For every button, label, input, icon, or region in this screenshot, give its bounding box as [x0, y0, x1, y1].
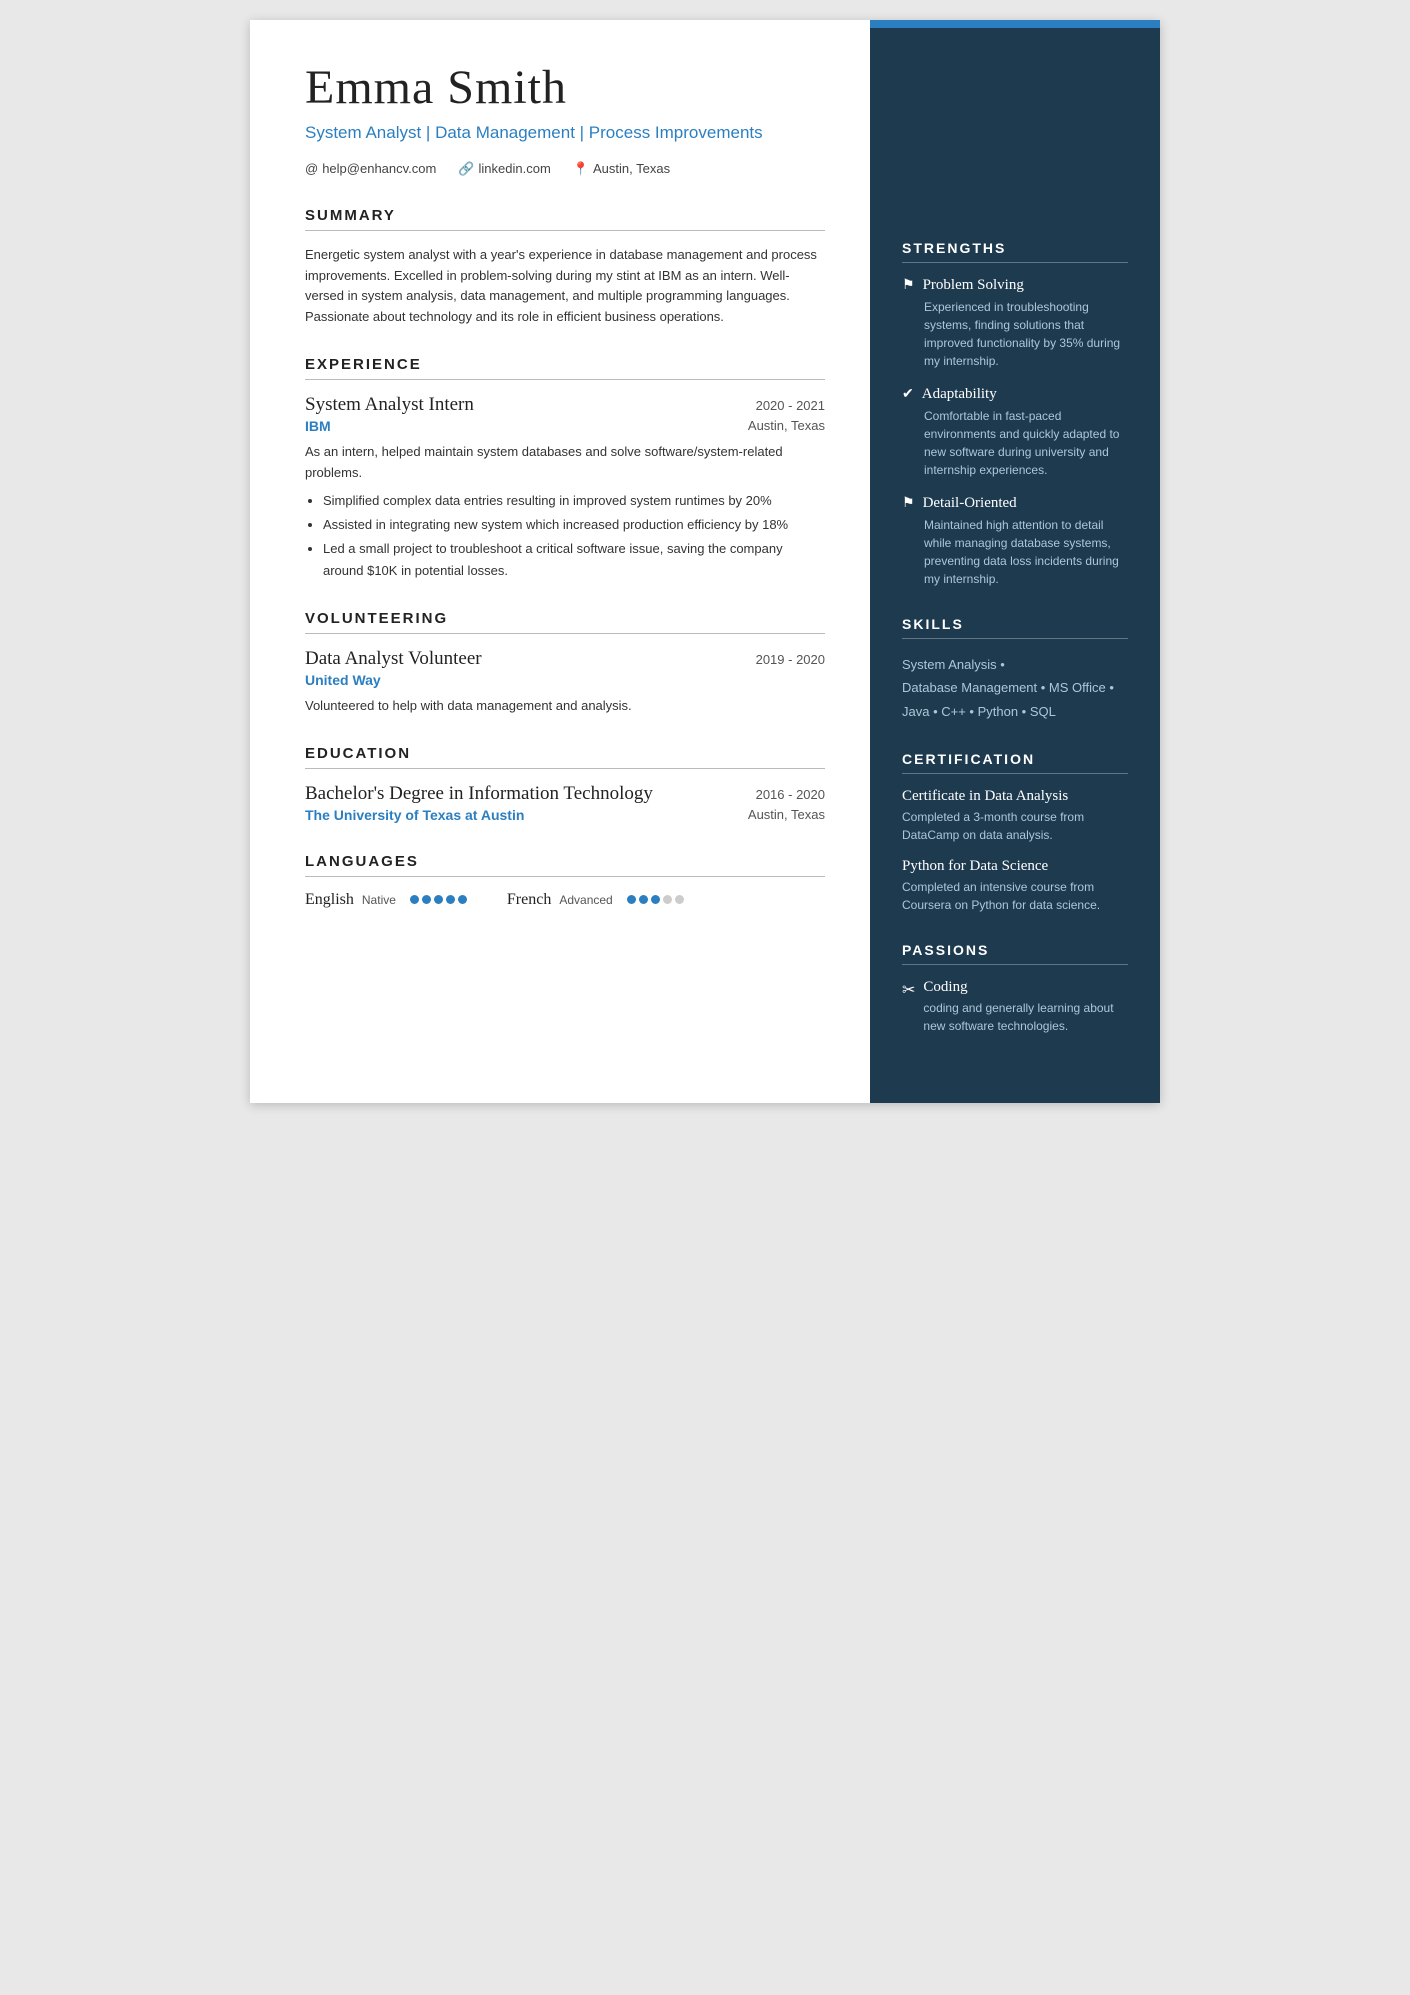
edu-location: Austin, Texas [748, 807, 825, 825]
exp-desc: As an intern, helped maintain system dat… [305, 442, 825, 484]
linkedin-contact: 🔗 linkedin.com [458, 161, 550, 177]
dot [627, 895, 636, 904]
exp-org: IBM [305, 418, 331, 434]
edu-degree-title: Bachelor's Degree in Information Technol… [305, 783, 653, 805]
strength-desc-0: Experienced in troubleshooting systems, … [902, 298, 1128, 370]
lang-french-level: Advanced [559, 893, 612, 907]
passion-title-0: Coding [923, 979, 1128, 996]
volunteering-section: VOLUNTEERING Data Analyst Volunteer 2019… [305, 610, 825, 717]
certification-title: CERTIFICATION [902, 751, 1128, 774]
strength-title-1: Adaptability [922, 386, 997, 403]
edu-org: The University of Texas at Austin [305, 807, 524, 823]
cert-desc-1: Completed an intensive course from Cours… [902, 878, 1128, 914]
lang-english-dots [410, 895, 467, 904]
cert-title-1: Python for Data Science [902, 858, 1128, 875]
strength-item-2: ⚑ Detail-Oriented Maintained high attent… [902, 495, 1128, 588]
education-section: EDUCATION Bachelor's Degree in Informati… [305, 745, 825, 825]
dot [446, 895, 455, 904]
skills-line-0: System Analysis • [902, 653, 1128, 676]
strength-title-2: Detail-Oriented [923, 495, 1017, 512]
skills-title: SKILLS [902, 616, 1128, 639]
cert-desc-0: Completed a 3-month course from DataCamp… [902, 808, 1128, 844]
email-icon: @ [305, 161, 318, 176]
experience-entry-0: System Analyst Intern 2020 - 2021 IBM Au… [305, 394, 825, 582]
exp-bullet-1: Assisted in integrating new system which… [323, 514, 825, 536]
candidate-title: System Analyst | Data Management | Proce… [305, 121, 825, 145]
certification-section: CERTIFICATION Certificate in Data Analys… [902, 751, 1128, 914]
coding-icon: ✂ [902, 980, 915, 1000]
volunteering-title: VOLUNTEERING [305, 610, 825, 634]
location-contact: 📍 Austin, Texas [573, 161, 670, 177]
skills-text: System Analysis • Database Management • … [902, 653, 1128, 723]
passion-item-0: ✂ Coding coding and generally learning a… [902, 979, 1128, 1035]
dot [434, 895, 443, 904]
passions-title: PASSIONS [902, 942, 1128, 965]
exp-job-title: System Analyst Intern [305, 394, 474, 416]
dot [651, 895, 660, 904]
lang-french: French Advanced [507, 891, 684, 909]
strengths-title: STRENGTHS [902, 240, 1128, 263]
cert-item-1: Python for Data Science Completed an int… [902, 858, 1128, 914]
dot [422, 895, 431, 904]
exp-bullet-2: Led a small project to troubleshoot a cr… [323, 538, 825, 582]
vol-date: 2019 - 2020 [756, 652, 825, 667]
check-icon: ✔ [902, 386, 914, 403]
exp-bullets: Simplified complex data entries resultin… [305, 490, 825, 582]
dot [675, 895, 684, 904]
lang-french-dots [627, 895, 684, 904]
exp-bullet-0: Simplified complex data entries resultin… [323, 490, 825, 512]
exp-location: Austin, Texas [748, 418, 825, 436]
education-title: EDUCATION [305, 745, 825, 769]
summary-text: Energetic system analyst with a year's e… [305, 245, 825, 328]
summary-section: SUMMARY Energetic system analyst with a … [305, 207, 825, 328]
education-entry-0: Bachelor's Degree in Information Technol… [305, 783, 825, 825]
cert-title-0: Certificate in Data Analysis [902, 788, 1128, 805]
flag-icon-2: ⚑ [902, 495, 915, 512]
dot [410, 895, 419, 904]
vol-desc: Volunteered to help with data management… [305, 696, 825, 717]
lang-english: English Native [305, 891, 467, 909]
strength-desc-1: Comfortable in fast-paced environments a… [902, 407, 1128, 479]
email-contact: @ help@enhancv.com [305, 161, 436, 177]
strength-title-0: Problem Solving [923, 277, 1024, 294]
languages-row: English Native French Advanced [305, 891, 825, 909]
vol-org: United Way [305, 672, 381, 688]
candidate-name: Emma Smith [305, 60, 825, 115]
lang-english-name: English [305, 891, 354, 909]
strength-desc-2: Maintained high attention to detail whil… [902, 516, 1128, 588]
skills-line-1: Database Management • MS Office • [902, 676, 1128, 699]
experience-title: EXPERIENCE [305, 356, 825, 380]
lang-french-name: French [507, 891, 551, 909]
dot [663, 895, 672, 904]
dot [458, 895, 467, 904]
passions-section: PASSIONS ✂ Coding coding and generally l… [902, 942, 1128, 1035]
header-section: Emma Smith System Analyst | Data Managem… [305, 60, 825, 177]
strengths-section: STRENGTHS ⚑ Problem Solving Experienced … [902, 240, 1128, 588]
link-icon: 🔗 [458, 161, 474, 177]
volunteering-entry-0: Data Analyst Volunteer 2019 - 2020 Unite… [305, 648, 825, 717]
languages-section: LANGUAGES English Native French [305, 853, 825, 909]
cert-item-0: Certificate in Data Analysis Completed a… [902, 788, 1128, 844]
summary-title: SUMMARY [305, 207, 825, 231]
lang-english-level: Native [362, 893, 396, 907]
languages-title: LANGUAGES [305, 853, 825, 877]
skills-section: SKILLS System Analysis • Database Manage… [902, 616, 1128, 723]
skills-line-2: Java • C++ • Python • SQL [902, 700, 1128, 723]
strength-item-0: ⚑ Problem Solving Experienced in trouble… [902, 277, 1128, 370]
strength-item-1: ✔ Adaptability Comfortable in fast-paced… [902, 386, 1128, 479]
vol-job-title: Data Analyst Volunteer [305, 648, 482, 670]
passion-desc-0: coding and generally learning about new … [923, 999, 1128, 1035]
location-icon: 📍 [573, 161, 589, 177]
experience-section: EXPERIENCE System Analyst Intern 2020 - … [305, 356, 825, 582]
exp-date: 2020 - 2021 [756, 398, 825, 413]
flag-icon-0: ⚑ [902, 277, 915, 294]
contact-info: @ help@enhancv.com 🔗 linkedin.com 📍 Aust… [305, 161, 825, 177]
edu-date: 2016 - 2020 [756, 787, 825, 802]
dot [639, 895, 648, 904]
